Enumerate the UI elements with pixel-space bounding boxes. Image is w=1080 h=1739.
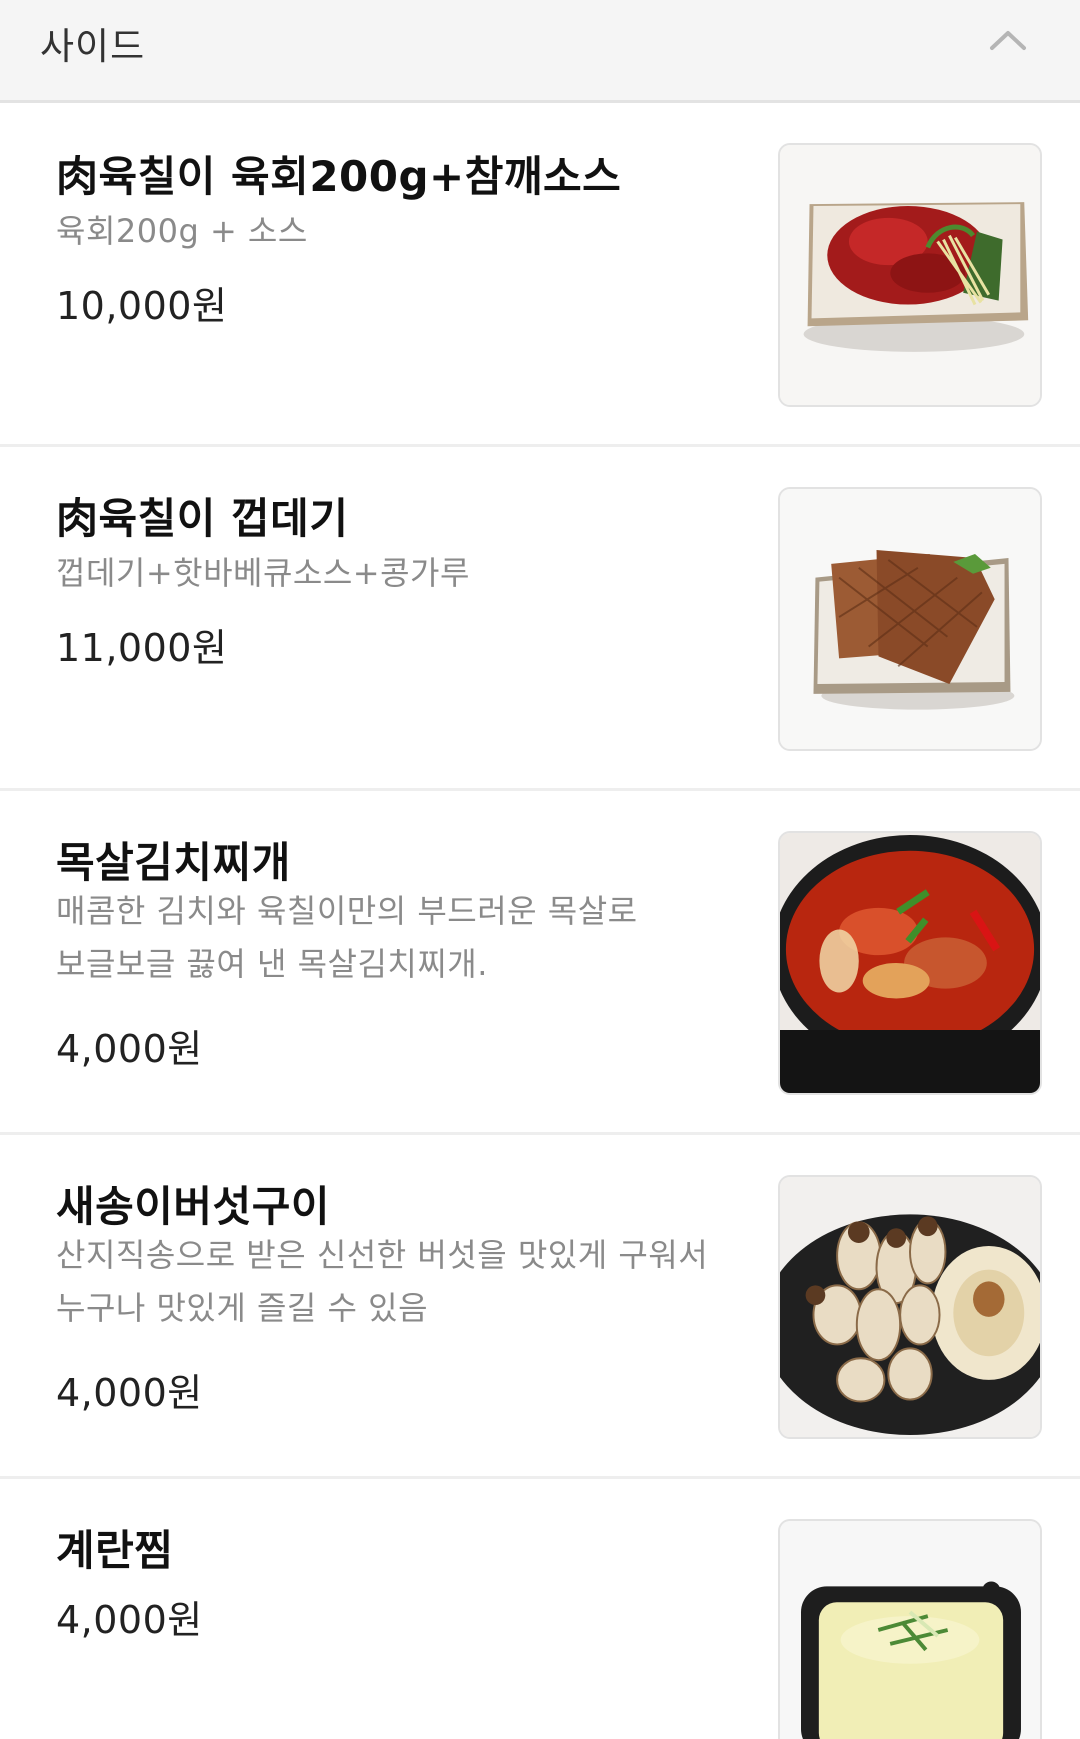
item-description-line: 보글보글 끓여 낸 목살김치찌개. [56,945,488,983]
item-description-line: 매콤한 김치와 육칠이만의 부드러운 목살로 [56,892,638,930]
item-description-line: 산지직송으로 받은 신선한 버섯을 맛있게 구워서 [56,1236,709,1274]
steamed-egg-photo [778,1519,1042,1739]
section-header[interactable]: 사이드 [0,0,1080,103]
collapse-button[interactable] [982,16,1034,64]
item-description: 육회200g + 소스 [56,212,308,250]
chevron-up-icon [990,31,1026,50]
item-description: 산지직송으로 받은 신선한 버섯을 맛있게 구워서 누구나 맛있게 즐길 수 있… [56,1229,766,1335]
grilled-mushroom-photo [778,1175,1042,1439]
item-description-line: 누구나 맛있게 즐길 수 있음 [56,1289,429,1327]
item-name: 계란찜 [56,1526,174,1575]
item-price: 10,000원 [56,284,228,328]
section-title: 사이드 [40,25,146,68]
menu-item-pork-skin[interactable]: 肉육칠이 껍데기 껍데기+핫바베큐소스+콩가루 11,000원 [0,447,1080,791]
item-price: 4,000원 [56,1598,203,1642]
item-price: 4,000원 [56,1371,203,1415]
item-name: 肉육칠이 육회200g+참깨소스 [56,152,622,201]
item-price: 4,000원 [56,1027,203,1071]
item-name: 새송이버섯구이 [56,1182,330,1231]
kimchi-stew-photo [778,831,1042,1095]
item-description: 매콤한 김치와 육칠이만의 부드러운 목살로 보글보글 끓여 낸 목살김치찌개. [56,885,766,991]
menu-item-kimchi-stew[interactable]: 목살김치찌개 매콤한 김치와 육칠이만의 부드러운 목살로 보글보글 끓여 낸 … [0,791,1080,1135]
item-price: 11,000원 [56,626,228,670]
menu-item-steamed-egg[interactable]: 계란찜 4,000원 [0,1479,1080,1739]
menu-item-grilled-mushroom[interactable]: 새송이버섯구이 산지직송으로 받은 신선한 버섯을 맛있게 구워서 누구나 맛있… [0,1135,1080,1479]
item-name: 목살김치찌개 [56,838,291,887]
menu-item-beef-tartare[interactable]: 肉육칠이 육회200g+참깨소스 육회200g + 소스 10,000원 [0,103,1080,447]
item-name: 肉육칠이 껍데기 [56,494,349,543]
pork-skin-photo [778,487,1042,751]
beef-tartare-photo [778,143,1042,407]
item-description: 껍데기+핫바베큐소스+콩가루 [56,554,470,592]
